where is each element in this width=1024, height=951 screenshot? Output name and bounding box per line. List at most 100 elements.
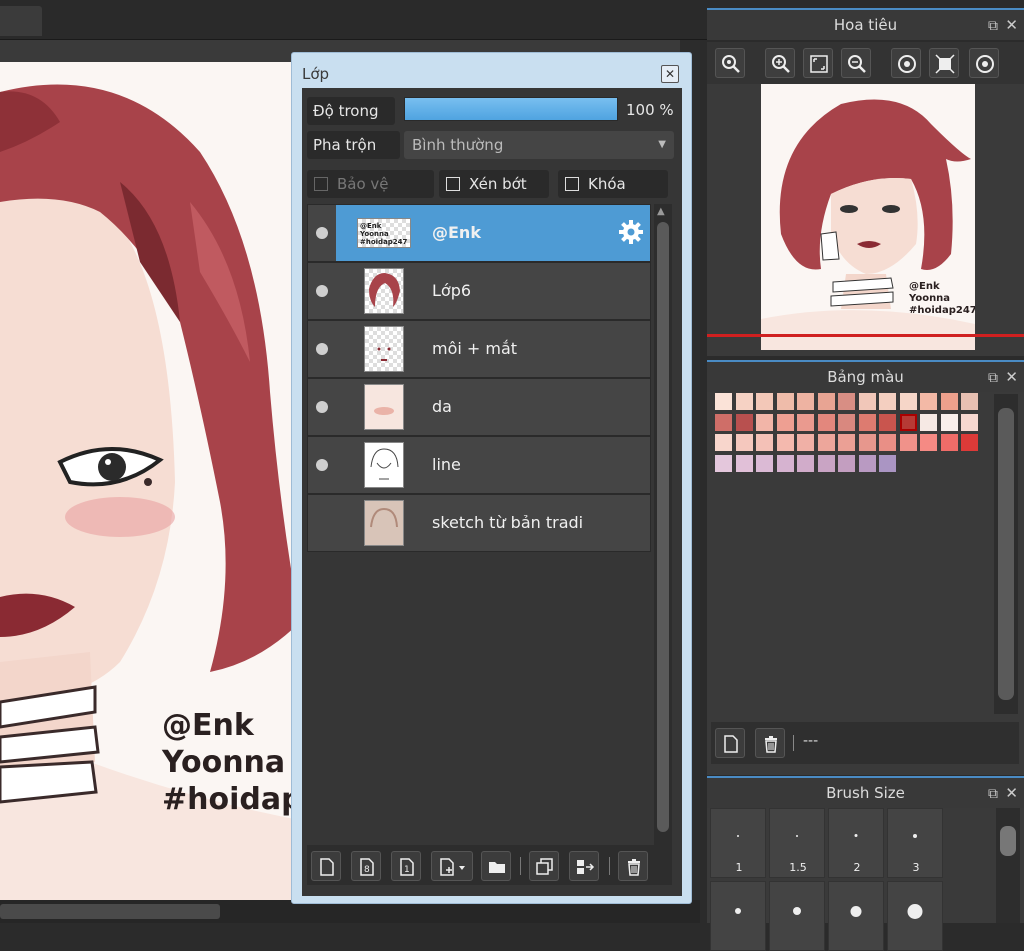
color-swatch[interactable] <box>775 412 795 432</box>
color-swatch[interactable] <box>816 412 836 432</box>
zoom-actual-icon[interactable] <box>715 48 745 78</box>
color-swatch[interactable] <box>816 392 836 411</box>
color-swatch[interactable] <box>939 412 959 432</box>
color-swatch[interactable] <box>816 433 836 452</box>
clipping-checkbox[interactable]: Xén bớt <box>439 170 549 198</box>
rotate-left-icon[interactable] <box>891 48 921 78</box>
brush-size-cell[interactable] <box>710 881 766 951</box>
add-layer-menu-icon[interactable] <box>431 851 473 881</box>
color-swatch[interactable] <box>898 433 918 452</box>
color-swatch[interactable] <box>857 412 877 432</box>
lock-checkbox[interactable]: Khóa <box>558 170 668 198</box>
color-swatch[interactable] <box>796 392 815 411</box>
visibility-toggle[interactable] <box>308 263 336 319</box>
duplicate-layer-icon[interactable] <box>529 851 559 881</box>
navigator-preview-area[interactable]: @Enk Yoonna #hoidap247 <box>707 84 1024 356</box>
reset-view-icon[interactable] <box>929 48 959 78</box>
color-swatch[interactable] <box>796 453 815 473</box>
layer-row-da[interactable]: da <box>307 378 651 436</box>
zoom-out-icon[interactable] <box>841 48 871 78</box>
color-swatch[interactable] <box>878 433 897 452</box>
close-icon[interactable]: ✕ <box>1005 10 1018 40</box>
visibility-toggle[interactable] <box>308 437 336 493</box>
layer-list-scrollbar[interactable]: ▲ ▼ <box>654 204 672 882</box>
visibility-toggle[interactable] <box>308 205 336 261</box>
close-icon[interactable]: ✕ <box>1005 362 1018 392</box>
layer-row-enk[interactable]: @Enk Yoonna #hoidap247 @Enk <box>307 204 651 262</box>
merge-down-icon[interactable] <box>569 851 599 881</box>
gear-icon[interactable] <box>618 219 644 245</box>
color-swatch[interactable] <box>878 453 897 473</box>
rotate-right-icon[interactable] <box>969 48 999 78</box>
brush-size-scrollbar[interactable] <box>996 808 1020 923</box>
brush-size-2[interactable]: 2 <box>828 808 884 878</box>
layer-row-sketch[interactable]: sketch từ bản tradi <box>307 494 651 552</box>
brush-size-3[interactable]: 3 <box>887 808 943 878</box>
color-swatch[interactable] <box>857 453 877 473</box>
new-palette-icon[interactable] <box>715 728 745 758</box>
visibility-toggle[interactable] <box>308 495 336 551</box>
folder-icon[interactable] <box>481 851 511 881</box>
popout-icon[interactable]: ⧉ <box>988 11 998 41</box>
color-swatch[interactable] <box>837 412 856 432</box>
visibility-toggle[interactable] <box>308 321 336 377</box>
fit-window-icon[interactable] <box>803 48 833 78</box>
color-swatch[interactable] <box>734 433 754 452</box>
color-swatch[interactable] <box>734 392 754 411</box>
color-swatch[interactable] <box>960 392 979 411</box>
color-swatch[interactable] <box>878 412 897 432</box>
color-swatch[interactable] <box>714 433 733 452</box>
close-icon[interactable]: ✕ <box>661 65 679 83</box>
color-swatch[interactable] <box>816 453 836 473</box>
color-swatch[interactable] <box>775 433 795 452</box>
scroll-thumb[interactable] <box>657 222 669 832</box>
color-swatch[interactable] <box>878 392 897 411</box>
new-8bit-layer-icon[interactable]: 8 <box>351 851 381 881</box>
brush-size-cell[interactable] <box>769 881 825 951</box>
close-icon[interactable]: ✕ <box>1005 778 1018 808</box>
color-swatch[interactable] <box>755 433 774 452</box>
scroll-thumb[interactable] <box>998 408 1014 700</box>
color-swatch[interactable] <box>919 392 938 411</box>
color-swatch[interactable] <box>837 433 856 452</box>
color-swatch[interactable] <box>734 412 754 432</box>
layer-row-moi-mat[interactable]: môi + mắt <box>307 320 651 378</box>
color-swatch[interactable] <box>857 392 877 411</box>
opacity-slider[interactable] <box>404 97 618 121</box>
new-layer-icon[interactable] <box>311 851 341 881</box>
color-swatch[interactable] <box>796 412 815 432</box>
color-swatch[interactable] <box>775 453 795 473</box>
document-tab[interactable] <box>0 6 42 36</box>
color-swatch[interactable] <box>714 392 733 411</box>
color-swatch[interactable] <box>960 412 979 432</box>
color-swatch[interactable] <box>796 433 815 452</box>
popout-icon[interactable]: ⧉ <box>988 779 998 809</box>
color-swatch[interactable] <box>898 392 918 411</box>
color-swatch[interactable] <box>898 412 918 432</box>
layer-row-line[interactable]: line <box>307 436 651 494</box>
blend-mode-select[interactable]: Bình thường ▼ <box>404 131 674 159</box>
protect-alpha-checkbox[interactable]: Bảo vệ alpha <box>307 170 434 221</box>
delete-palette-icon[interactable] <box>755 728 785 758</box>
artwork-canvas[interactable]: @Enk Yoonna #hoidap <box>0 62 310 900</box>
color-swatch[interactable] <box>960 433 979 452</box>
color-swatch[interactable] <box>837 392 856 411</box>
color-swatch[interactable] <box>755 412 774 432</box>
new-1bit-layer-icon[interactable]: 1 <box>391 851 421 881</box>
scroll-thumb[interactable] <box>1000 826 1016 856</box>
color-swatch[interactable] <box>837 453 856 473</box>
scroll-up-icon[interactable]: ▲ <box>657 206 665 217</box>
color-swatch[interactable] <box>755 392 774 411</box>
color-swatch[interactable] <box>714 453 733 473</box>
color-swatch[interactable] <box>714 412 733 432</box>
color-swatch[interactable] <box>939 433 959 452</box>
color-swatch[interactable] <box>857 433 877 452</box>
brush-size-1-5[interactable]: 1.5 <box>769 808 825 878</box>
layer-row-lop6[interactable]: Lớp6 <box>307 262 651 320</box>
color-swatch[interactable] <box>734 453 754 473</box>
color-swatch[interactable] <box>775 392 795 411</box>
color-swatch[interactable] <box>919 412 938 432</box>
brush-size-1[interactable]: 1 <box>710 808 766 878</box>
brush-size-cell[interactable] <box>828 881 884 951</box>
zoom-in-icon[interactable] <box>765 48 795 78</box>
